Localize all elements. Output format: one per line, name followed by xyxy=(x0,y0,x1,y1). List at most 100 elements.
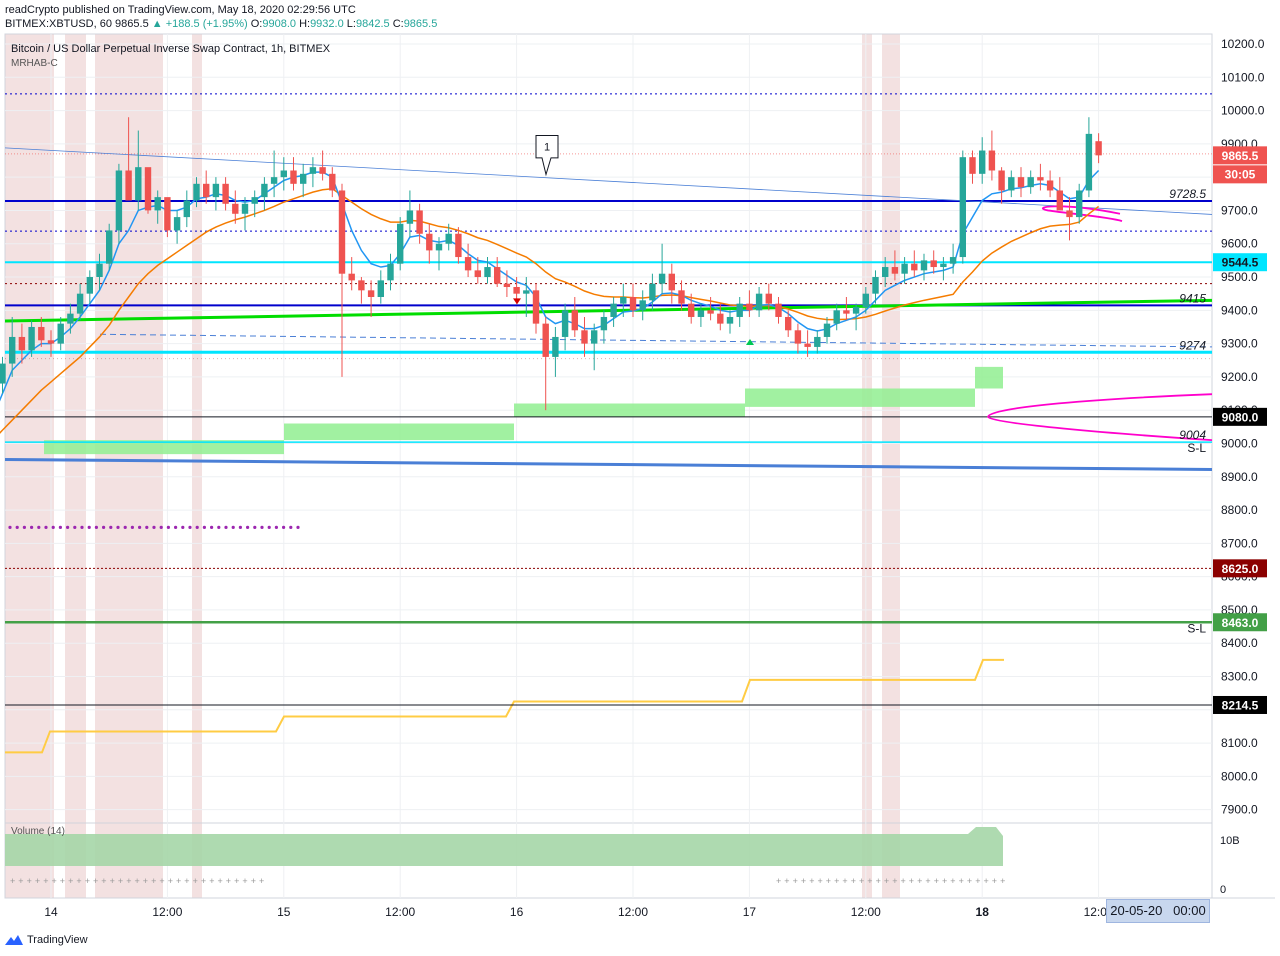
volume-plus-mark: + xyxy=(984,876,989,886)
dot-marker xyxy=(231,525,235,529)
time-tick: 12:00 xyxy=(385,905,415,919)
volume-plus-mark: + xyxy=(201,876,206,886)
volume-plus-mark: + xyxy=(818,876,823,886)
volume-plus-mark: + xyxy=(10,876,15,886)
tradingview-logo-icon[interactable] xyxy=(5,934,23,946)
candle-body xyxy=(474,270,481,278)
candle-body xyxy=(135,167,142,201)
candle-body xyxy=(86,277,93,294)
candle-body xyxy=(67,313,74,324)
candle-body xyxy=(717,313,724,324)
price-tick: 8100.0 xyxy=(1221,736,1258,750)
candle-body xyxy=(125,170,132,201)
candle-body xyxy=(707,310,714,314)
volume-tick-0: 0 xyxy=(1220,884,1226,896)
dot-marker xyxy=(116,525,120,529)
volume-plus-mark: + xyxy=(776,876,781,886)
level-label: 9728.5 xyxy=(1169,187,1206,201)
candle-body xyxy=(998,170,1005,191)
candle-body xyxy=(581,330,588,344)
candle-body xyxy=(979,150,986,174)
candle-body xyxy=(406,210,414,224)
candle-body xyxy=(668,273,675,291)
candle-body xyxy=(0,363,6,384)
dot-marker xyxy=(66,525,70,529)
price-tick: 8300.0 xyxy=(1221,670,1258,684)
candle-body xyxy=(610,303,617,317)
volume-tick-10b: 10B xyxy=(1220,835,1240,847)
candle-body xyxy=(144,167,152,211)
candle-body xyxy=(949,257,957,264)
dot-marker xyxy=(123,525,127,529)
candle-body xyxy=(833,310,840,324)
candle-body xyxy=(688,303,695,317)
dot-marker xyxy=(274,525,278,529)
candle-body xyxy=(9,336,16,364)
volume-plus-mark: + xyxy=(193,876,198,886)
date-badge-date: 20-05-20 xyxy=(1110,903,1163,918)
session-highlight-3 xyxy=(192,34,202,898)
volume-plus-mark: + xyxy=(842,876,847,886)
dot-marker xyxy=(73,525,77,529)
price-tick: 9300.0 xyxy=(1221,337,1258,351)
candle-body xyxy=(232,203,239,214)
candle-body xyxy=(658,273,666,284)
candle-body xyxy=(523,290,530,294)
candle-body xyxy=(387,263,394,281)
candle-body xyxy=(785,316,792,331)
volume-plus-mark: + xyxy=(209,876,214,886)
candle-body xyxy=(775,303,782,317)
candle-body xyxy=(1008,177,1015,191)
dot-marker xyxy=(87,525,91,529)
dot-marker xyxy=(188,525,192,529)
price-chart[interactable]: + + + + + + + + + + + + + + + + + + + + + + + + + + + + + + + + + + + + + + + +… xyxy=(0,0,1280,956)
level-label: 9274 xyxy=(1179,338,1206,352)
price-tick: 9000.0 xyxy=(1221,436,1258,450)
candle-body xyxy=(532,290,540,324)
candle-body xyxy=(746,303,753,311)
candle-body xyxy=(1027,177,1034,188)
candle-body xyxy=(397,223,404,264)
dot-marker xyxy=(224,525,228,529)
annotation-number: 1 xyxy=(544,142,550,154)
volume-plus-mark: + xyxy=(85,876,90,886)
candle-body xyxy=(639,300,646,311)
candle-body xyxy=(358,280,365,291)
time-axis[interactable]: 14 12:00 15 12:00 16 12:00 17 12:00 18 12:00 xyxy=(44,905,1114,919)
level-label: 9415 xyxy=(1179,291,1206,305)
price-tick: 8700.0 xyxy=(1221,536,1258,550)
time-tick: 12:00 xyxy=(851,905,881,919)
candle-body xyxy=(280,170,287,178)
price-badge-label: 9080.0 xyxy=(1222,410,1259,424)
price-tick: 9700.0 xyxy=(1221,203,1258,217)
footer-brand[interactable]: TradingView xyxy=(27,934,88,946)
indicator-name: MRHAB-C xyxy=(11,58,58,69)
dot-marker xyxy=(195,525,199,529)
countdown-label: 30:05 xyxy=(1225,167,1256,181)
volume-plus-mark: + xyxy=(35,876,40,886)
candle-body xyxy=(329,173,336,191)
dot-marker xyxy=(174,525,178,529)
volume-plus-mark: + xyxy=(101,876,106,886)
price-tick: 9400.0 xyxy=(1221,303,1258,317)
dot-marker xyxy=(181,525,185,529)
candle-body xyxy=(484,267,491,278)
volume-plus-mark: + xyxy=(1000,876,1005,886)
dot-marker xyxy=(238,525,242,529)
volume-plus-mark: + xyxy=(884,876,889,886)
volume-plus-mark: + xyxy=(218,876,223,886)
volume-plus-mark: + xyxy=(251,876,256,886)
volume-plus-mark: + xyxy=(909,876,914,886)
candle-body xyxy=(38,326,45,341)
dot-marker xyxy=(289,525,293,529)
candle-body xyxy=(445,233,452,244)
candle-body xyxy=(193,183,200,201)
volume-plus-mark: + xyxy=(60,876,65,886)
price-tick: 8800.0 xyxy=(1221,503,1258,517)
candle-body xyxy=(726,316,734,324)
candle-body xyxy=(804,343,811,347)
price-axis[interactable]: 10200.010100.010000.09900.09800.09700.09… xyxy=(1213,37,1267,817)
candle-body xyxy=(678,290,685,304)
volume-plus-mark: + xyxy=(876,876,881,886)
volume-plus-mark: + xyxy=(950,876,955,886)
